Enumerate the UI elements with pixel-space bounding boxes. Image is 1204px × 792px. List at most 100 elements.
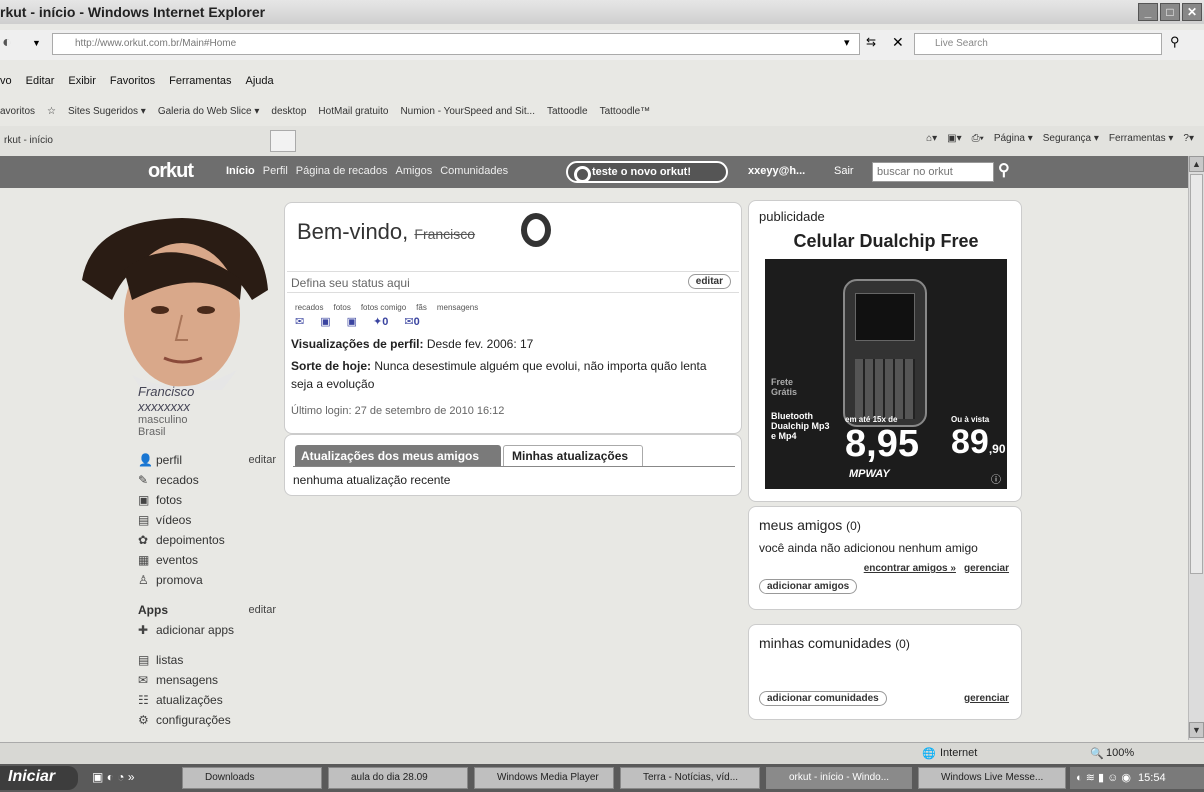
close-button[interactable]: ✕ <box>1182 3 1202 21</box>
start-button[interactable]: Iniciar <box>0 766 78 790</box>
scroll-down-button[interactable]: ▼ <box>1189 722 1204 738</box>
stat-label[interactable]: fotos comigo <box>361 303 406 312</box>
add-friends-button[interactable]: adicionar amigos <box>759 579 858 594</box>
safety-menu[interactable]: Segurança ▾ <box>1043 133 1099 144</box>
tab-friends-updates[interactable]: Atualizações dos meus amigos <box>295 445 501 467</box>
edit-status-button[interactable]: editar <box>687 274 731 289</box>
taskbar-item-active[interactable]: orkut - início - Windo... <box>766 767 912 789</box>
stop-icon[interactable]: ✕ <box>892 34 904 51</box>
taskbar-item[interactable]: aula do dia 28.09 <box>328 767 468 789</box>
ad-banner[interactable]: Celular Dualchip Free Frete Grátis Bluet… <box>765 231 1007 499</box>
status-input[interactable]: Defina seu status aqui editar <box>287 271 739 293</box>
zoom-level[interactable]: 100% <box>1106 747 1134 759</box>
profile-name-line2[interactable]: xxxxxxxx <box>138 399 276 414</box>
ad-info-icon[interactable]: ⓘ <box>991 471 1001 486</box>
sidebar-item-mensagens[interactable]: ✉ mensagens <box>138 670 276 690</box>
sidebar-item-videos[interactable]: ▤ vídeos <box>138 510 276 530</box>
sidebar-item-promova[interactable]: ♙ promova <box>138 570 276 590</box>
zoom-icon[interactable]: 🔍 <box>1090 747 1104 760</box>
menu-item[interactable]: Ajuda <box>246 75 274 87</box>
stat-label[interactable]: fotos <box>333 303 350 312</box>
nav-link-inicio[interactable]: Início <box>226 165 255 177</box>
favorite-item[interactable]: Numion - YourSpeed and Sit... <box>400 106 535 117</box>
address-input[interactable]: http://www.orkut.com.br/Main#Home <box>52 33 860 55</box>
refresh-icon[interactable]: ⇆ <box>866 35 876 49</box>
try-new-orkut-button[interactable]: teste o novo orkut! <box>566 161 728 183</box>
tools-menu[interactable]: Ferramentas ▾ <box>1109 133 1173 144</box>
scroll-up-button[interactable]: ▲ <box>1189 156 1204 172</box>
manage-friends-link[interactable]: gerenciar <box>964 563 1009 574</box>
nav-link-amigos[interactable]: Amigos <box>396 165 433 177</box>
messages-stat-icon[interactable]: ✉0 <box>404 315 419 328</box>
favorites-star-icon[interactable]: ☆ <box>47 106 56 117</box>
nav-link-perfil[interactable]: Perfil <box>263 165 288 177</box>
home-icon[interactable]: ⌂▾ <box>926 133 937 144</box>
nav-link-comunidades[interactable]: Comunidades <box>440 165 508 177</box>
sidebar-item-perfil[interactable]: 👤 perfil editar <box>138 450 276 470</box>
page-scrollbar[interactable]: ▲ ▼ <box>1188 156 1204 740</box>
stat-label[interactable]: mensagens <box>437 303 478 312</box>
manage-communities-link[interactable]: gerenciar <box>964 693 1009 704</box>
taskbar-item[interactable]: Windows Media Player <box>474 767 614 789</box>
find-friends-link[interactable]: encontrar amigos » <box>864 563 956 574</box>
taskbar-item[interactable]: Windows Live Messe... <box>918 767 1066 789</box>
sidebar-item-configuracoes[interactable]: ⚙ configurações <box>138 710 276 730</box>
back-icon[interactable]: ◐ <box>2 34 12 52</box>
orkut-search-input[interactable] <box>872 162 994 182</box>
quick-launch-icons[interactable]: ▣ ◐ ◔ » <box>92 770 135 784</box>
favorite-item[interactable]: Galeria do Web Slice ▾ <box>158 106 260 117</box>
favorite-item[interactable]: Sites Sugeridos ▾ <box>68 106 146 117</box>
sidebar-item-atualizacoes[interactable]: ☷ atualizações <box>138 690 276 710</box>
tab-my-updates[interactable]: Minhas atualizações <box>503 445 643 467</box>
favorite-item[interactable]: HotMail gratuito <box>318 106 388 117</box>
search-icon[interactable]: ⚲ <box>1170 34 1180 50</box>
sidebar-item-recados[interactable]: ✎ recados <box>138 470 276 490</box>
scroll-thumb[interactable] <box>1190 174 1203 574</box>
menu-item[interactable]: Exibir <box>68 75 96 87</box>
help-icon[interactable]: ?▾ <box>1183 133 1194 144</box>
maximize-button[interactable]: □ <box>1160 3 1180 21</box>
favorites-label[interactable]: avoritos <box>0 106 35 117</box>
menu-item[interactable]: Editar <box>26 75 55 87</box>
feeds-icon[interactable]: ▣▾ <box>947 133 961 144</box>
profile-name-line1[interactable]: Francisco <box>138 384 276 399</box>
stat-label[interactable]: fãs <box>416 303 427 312</box>
logout-link[interactable]: Sair <box>834 165 854 177</box>
edit-profile-link[interactable]: editar <box>248 454 276 466</box>
sidebar-item-eventos[interactable]: ▦ eventos <box>138 550 276 570</box>
orkut-logo[interactable]: orkut <box>148 160 194 183</box>
menu-item[interactable]: Favoritos <box>110 75 155 87</box>
sidebar-item-fotos[interactable]: ▣ fotos <box>138 490 276 510</box>
tagged-photo-stat-icon[interactable]: ▣ <box>347 315 357 328</box>
page-menu[interactable]: Página ▾ <box>994 133 1033 144</box>
address-dropdown-icon[interactable]: ▾ <box>844 36 850 49</box>
add-communities-button[interactable]: adicionar comunidades <box>759 691 887 706</box>
tray-icons[interactable]: ◐ ≋ ▮ ☺ ◉ <box>1076 772 1131 784</box>
menu-item[interactable]: vo <box>0 75 12 87</box>
minimize-button[interactable]: _ <box>1138 3 1158 21</box>
taskbar-item[interactable]: Downloads <box>182 767 322 789</box>
sidebar-item-listas[interactable]: ▤ listas <box>138 650 276 670</box>
print-icon[interactable]: ⎙▾ <box>972 133 984 144</box>
sidebar-item-depoimentos[interactable]: ✿ depoimentos <box>138 530 276 550</box>
orkut-search-icon[interactable]: ⚲ <box>998 160 1010 180</box>
photo-stat-icon[interactable]: ▣ <box>320 315 330 328</box>
taskbar-item[interactable]: Terra - Notícias, víd... <box>620 767 760 789</box>
stat-label[interactable]: recados <box>295 303 323 312</box>
scrap-stat-icon[interactable]: ✉ <box>295 315 304 328</box>
add-apps-item[interactable]: ✚ adicionar apps <box>138 620 276 640</box>
dropdown-icon[interactable]: ▼ <box>32 38 41 48</box>
fans-stat-icon[interactable]: ✦0 <box>373 315 388 328</box>
nav-link-recados[interactable]: Página de recados <box>296 165 388 177</box>
new-tab-button[interactable] <box>270 130 296 152</box>
favorite-item[interactable]: desktop <box>271 106 306 117</box>
favorite-item[interactable]: Tattoodle™ <box>600 106 651 117</box>
user-email[interactable]: xxeyy@h... <box>748 165 805 177</box>
menu-item[interactable]: Ferramentas <box>169 75 231 87</box>
favorite-item[interactable]: Tattoodle <box>547 106 588 117</box>
tray-clock[interactable]: 15:54 <box>1138 772 1166 784</box>
profile-photo[interactable] <box>72 210 272 390</box>
edit-apps-link[interactable]: editar <box>248 604 276 616</box>
live-search-input[interactable]: Live Search <box>914 33 1162 55</box>
browser-tab[interactable]: rkut - início <box>0 130 270 152</box>
